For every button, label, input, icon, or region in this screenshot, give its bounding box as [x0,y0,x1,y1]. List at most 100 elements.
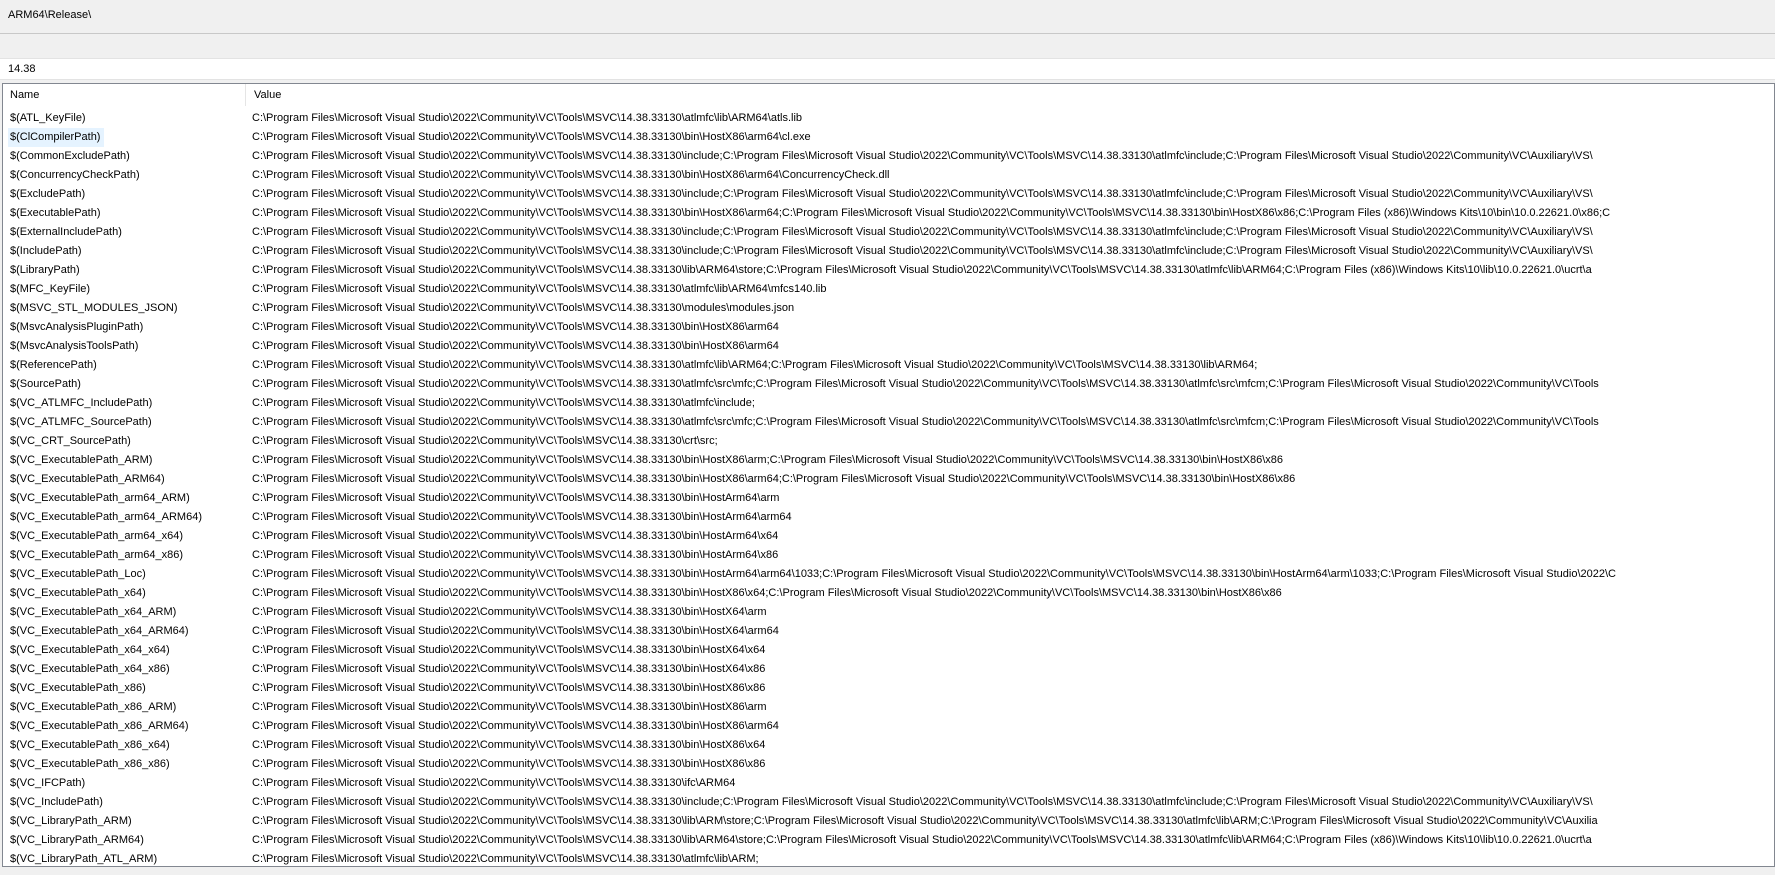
macro-name: $(VC_ExecutablePath_arm64_ARM64) [10,511,202,523]
macro-row[interactable]: $(VC_CRT_SourcePath) C:\Program Files\Mic… [3,432,1774,451]
macro-value: C:\Program Files\Microsoft Visual Studio… [252,188,1593,200]
macro-name: $(ClCompilerPath) [8,128,105,147]
macro-row[interactable]: $(VC_ExecutablePath_arm64_x64) C:\Program… [3,527,1774,546]
macro-value: C:\Program Files\Microsoft Visual Studio… [252,454,1284,466]
macro-value: C:\Program Files\Microsoft Visual Studio… [252,777,736,789]
macro-value: C:\Program Files\Microsoft Visual Studio… [252,207,1611,219]
macro-row[interactable]: $(VC_ExecutablePath_x64) C:\Program Files… [3,584,1774,603]
macro-value: C:\Program Files\Microsoft Visual Studio… [252,245,1593,257]
macro-row[interactable]: $(VC_ExecutablePath_x64_ARM64) C:\Program… [3,622,1774,641]
macro-row[interactable]: $(VC_ExecutablePath_x86) C:\Program Files… [3,679,1774,698]
macro-name: $(SourcePath) [10,378,81,390]
macro-name: $(VC_ExecutablePath_arm64_ARM) [10,492,190,504]
macro-name: $(VC_ExecutablePath_Loc) [10,568,146,580]
macro-value: C:\Program Files\Microsoft Visual Studio… [252,701,767,713]
macro-name: $(ATL_KeyFile) [10,112,86,124]
macro-value: C:\Program Files\Microsoft Visual Studio… [252,568,1616,580]
macro-row[interactable]: $(VC_ExecutablePath_arm64_x86) C:\Program… [3,546,1774,565]
macro-value: C:\Program Files\Microsoft Visual Studio… [252,226,1593,238]
macro-value: C:\Program Files\Microsoft Visual Studio… [252,169,890,181]
macro-list[interactable]: Name Value $(ATL_KeyFile) C:\Program File… [2,83,1775,867]
macro-row[interactable]: $(VC_ATLMFC_IncludePath) C:\Program Files… [3,394,1774,413]
macro-row[interactable]: $(VC_ExecutablePath_Loc) C:\Program Files… [3,565,1774,584]
evaluated-value-box[interactable]: ARM64\Release\ [0,0,1775,34]
macro-value: C:\Program Files\Microsoft Visual Studio… [252,625,779,637]
macro-value: C:\Program Files\Microsoft Visual Studio… [252,758,766,770]
macro-row[interactable]: $(VC_ExecutablePath_ARM) C:\Program Files… [3,451,1774,470]
macro-value: C:\Program Files\Microsoft Visual Studio… [252,815,1598,827]
macro-name: $(VC_ExecutablePath_x64_ARM) [10,606,177,618]
macro-row[interactable]: $(CommonExcludePath) C:\Program Files\Mic… [3,147,1774,166]
macro-name: $(ConcurrencyCheckPath) [10,169,140,181]
macro-row[interactable]: $(VC_IncludePath) C:\Program Files\Micros… [3,793,1774,812]
macro-filter-input[interactable] [0,58,1775,80]
macro-name: $(VC_ExecutablePath_x64_x64) [10,644,170,656]
macro-name: $(VC_ExecutablePath_x86_x86) [10,758,170,770]
macro-name: $(ExcludePath) [10,188,86,200]
macro-value: C:\Program Files\Microsoft Visual Studio… [252,321,779,333]
macro-row[interactable]: $(VC_IFCPath) C:\Program Files\Microsoft … [3,774,1774,793]
macro-name: $(LibraryPath) [10,264,80,276]
macro-value: C:\Program Files\Microsoft Visual Studio… [252,416,1599,428]
macro-value: C:\Program Files\Microsoft Visual Studio… [252,150,1593,162]
macro-name: $(MsvcAnalysisToolsPath) [10,340,139,352]
macro-name: $(VC_ATLMFC_SourcePath) [10,416,152,428]
macro-name: $(VC_LibraryPath_ATL_ARM) [10,853,158,865]
macro-row[interactable]: $(VC_LibraryPath_ARM) C:\Program Files\Mi… [3,812,1774,831]
macro-name: $(VC_ExecutablePath_ARM) [10,454,153,466]
macro-row[interactable]: $(VC_ExecutablePath_x64_x86) C:\Program F… [3,660,1774,679]
macro-value: C:\Program Files\Microsoft Visual Studio… [252,264,1592,276]
macro-value: C:\Program Files\Microsoft Visual Studio… [252,397,755,409]
macro-row[interactable]: $(VC_ExecutablePath_x86_ARM) C:\Program F… [3,698,1774,717]
macro-name: $(VC_ExecutablePath_x86) [10,682,146,694]
macro-value: C:\Program Files\Microsoft Visual Studio… [252,530,779,542]
macro-name: $(VC_ATLMFC_IncludePath) [10,397,153,409]
macro-row[interactable]: $(VC_ExecutablePath_arm64_ARM) C:\Program… [3,489,1774,508]
macro-name: $(VC_IncludePath) [10,796,103,808]
macro-name: $(VC_ExecutablePath_x64) [10,587,146,599]
macro-row[interactable]: $(MsvcAnalysisToolsPath) C:\Program Files… [3,337,1774,356]
macro-row[interactable]: $(ExcludePath) C:\Program Files\Microsoft… [3,185,1774,204]
macro-row[interactable]: $(ClCompilerPath) C:\Program Files\Micros… [3,128,1774,147]
macro-row[interactable]: $(ReferencePath) C:\Program Files\Microso… [3,356,1774,375]
macro-row[interactable]: $(VC_ExecutablePath_arm64_ARM64) C:\Progr… [3,508,1774,527]
macro-value: C:\Program Files\Microsoft Visual Studio… [252,682,766,694]
macro-name: $(CommonExcludePath) [10,150,130,162]
macro-row[interactable]: $(VC_ExecutablePath_x64_ARM) C:\Program F… [3,603,1774,622]
macro-row[interactable]: $(MSVC_STL_MODULES_JSON) C:\Program Files… [3,299,1774,318]
macro-row[interactable]: $(LibraryPath) C:\Program Files\Microsoft… [3,261,1774,280]
macro-row[interactable]: $(VC_ExecutablePath_ARM64) C:\Program Fil… [3,470,1774,489]
column-header-name[interactable]: Name [3,84,246,106]
macro-value: C:\Program Files\Microsoft Visual Studio… [252,587,1282,599]
macro-value: C:\Program Files\Microsoft Visual Studio… [252,834,1592,846]
macro-row[interactable]: $(MsvcAnalysisPluginPath) C:\Program File… [3,318,1774,337]
macro-row[interactable]: $(MFC_KeyFile) C:\Program Files\Microsoft… [3,280,1774,299]
macro-name: $(IncludePath) [10,245,82,257]
macro-row[interactable]: $(VC_LibraryPath_ARM64) C:\Program Files\… [3,831,1774,850]
macro-value: C:\Program Files\Microsoft Visual Studio… [252,739,766,751]
macro-row[interactable]: $(IncludePath) C:\Program Files\Microsoft… [3,242,1774,261]
macro-value: C:\Program Files\Microsoft Visual Studio… [252,853,759,865]
macro-row[interactable]: $(VC_ATLMFC_SourcePath) C:\Program Files\… [3,413,1774,432]
macro-name: $(VC_ExecutablePath_x86_ARM64) [10,720,189,732]
macro-row[interactable]: $(SourcePath) C:\Program Files\Microsoft … [3,375,1774,394]
macro-value: C:\Program Files\Microsoft Visual Studio… [252,720,779,732]
macro-name: $(VC_CRT_SourcePath) [10,435,131,447]
macro-row[interactable]: $(ConcurrencyCheckPath) C:\Program Files\… [3,166,1774,185]
macro-name: $(ReferencePath) [10,359,97,371]
macro-value: C:\Program Files\Microsoft Visual Studio… [252,340,779,352]
macro-name: $(VC_ExecutablePath_x64_ARM64) [10,625,189,637]
macro-row[interactable]: $(ExecutablePath) C:\Program Files\Micros… [3,204,1774,223]
macro-value: C:\Program Files\Microsoft Visual Studio… [252,359,1258,371]
macro-row[interactable]: $(VC_ExecutablePath_x64_x64) C:\Program F… [3,641,1774,660]
macro-row[interactable]: $(VC_ExecutablePath_x86_x86) C:\Program F… [3,755,1774,774]
macro-list-header: Name Value [3,84,1774,106]
column-header-value[interactable]: Value [247,84,1774,106]
macro-row[interactable]: $(VC_LibraryPath_ATL_ARM) C:\Program File… [3,850,1774,866]
macro-row[interactable]: $(VC_ExecutablePath_x86_ARM64) C:\Program… [3,717,1774,736]
macro-row[interactable]: $(ExternalIncludePath) C:\Program Files\M… [3,223,1774,242]
macro-name: $(VC_IFCPath) [10,777,86,789]
macro-value: C:\Program Files\Microsoft Visual Studio… [252,302,795,314]
macro-row[interactable]: $(VC_ExecutablePath_x86_x64) C:\Program F… [3,736,1774,755]
macro-row[interactable]: $(ATL_KeyFile) C:\Program Files\Microsoft… [3,109,1774,128]
